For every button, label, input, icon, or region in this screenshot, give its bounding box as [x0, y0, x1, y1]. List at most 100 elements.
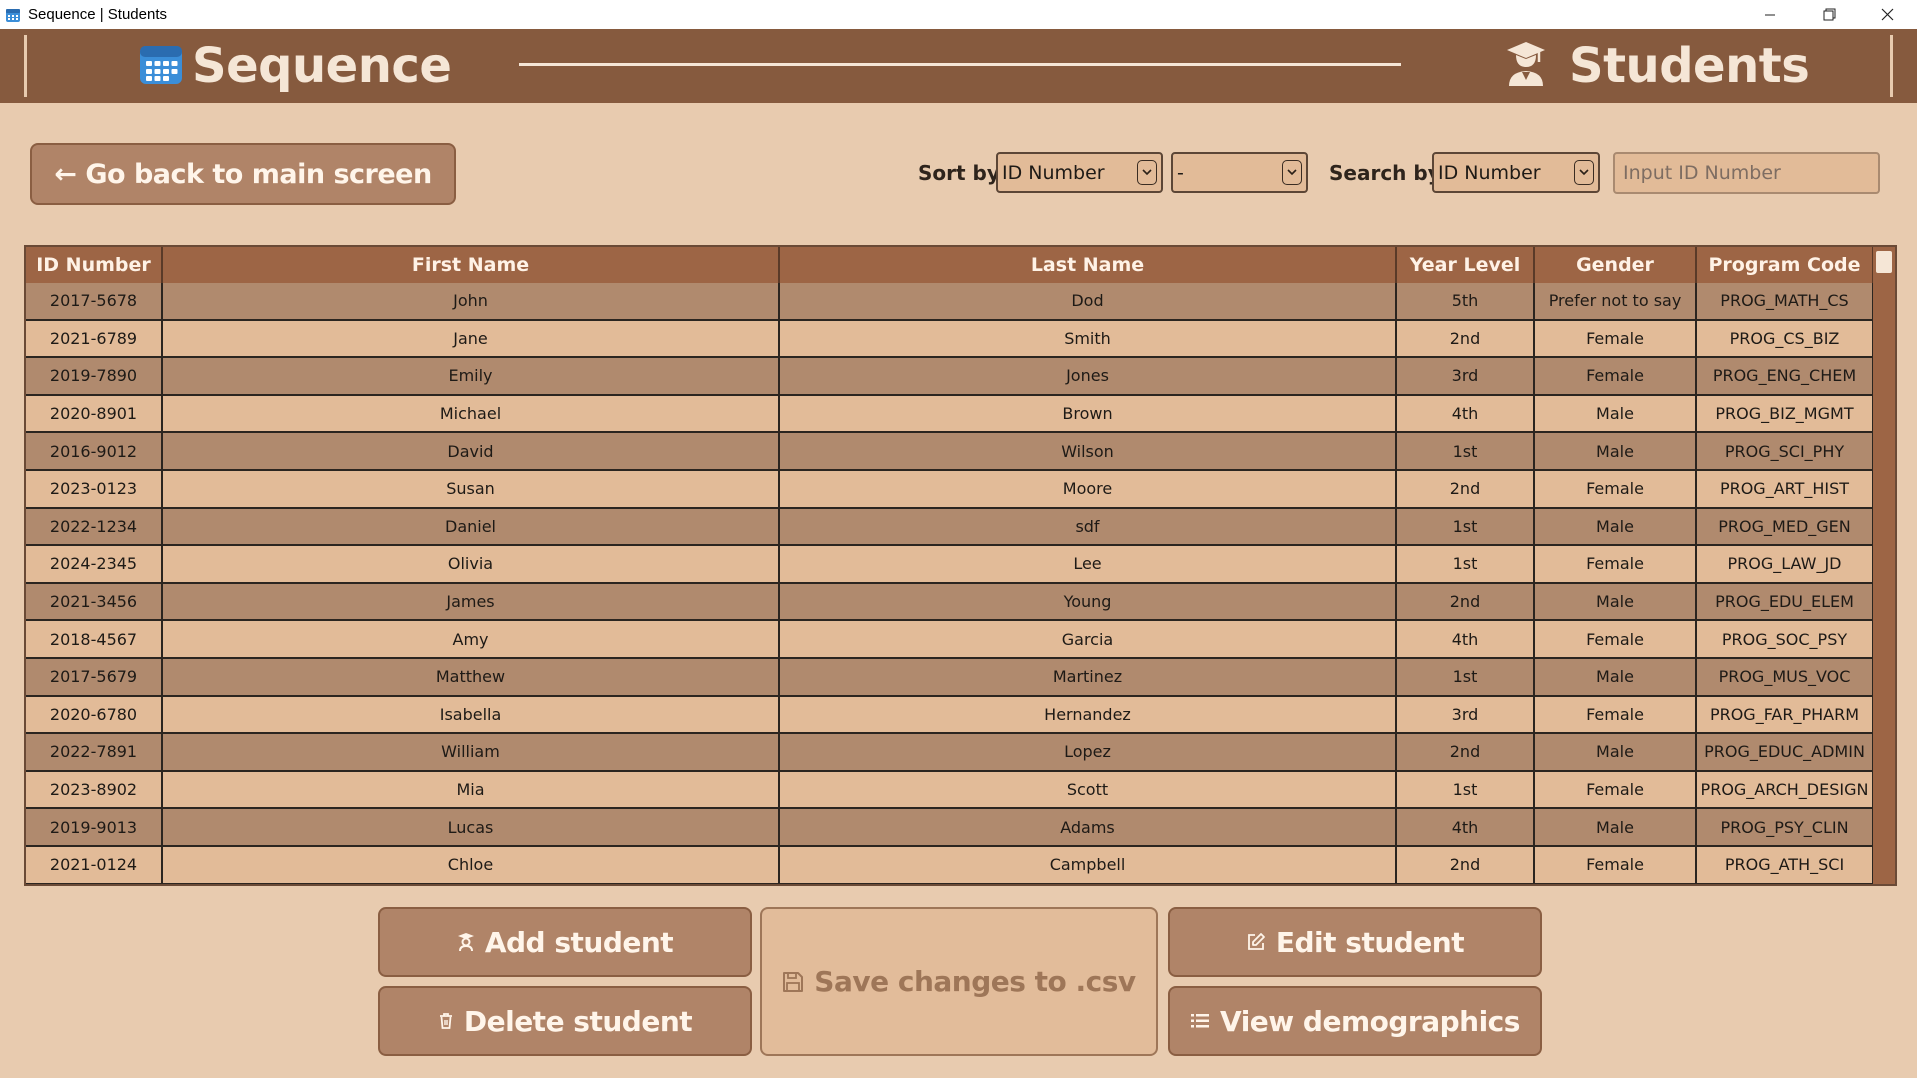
cell-id-number: 2016-9012	[26, 433, 163, 469]
edit-student-button[interactable]: Edit student	[1168, 907, 1542, 977]
cell-gender: Male	[1535, 395, 1697, 432]
table-row[interactable]: 2023-8902 Mia Scott 1st Female PROG_ARCH_DESI…	[26, 771, 1874, 810]
search-field-select[interactable]: ID Number	[1432, 152, 1600, 193]
save-changes-label: Save changes to .csv	[814, 965, 1136, 998]
view-demographics-button[interactable]: View demographics	[1168, 986, 1542, 1056]
cell-year-level: 2nd	[1397, 320, 1535, 357]
cell-last-name: Garcia	[780, 621, 1397, 657]
cell-program-code: PROG_ENG_CHEM	[1697, 358, 1874, 394]
close-button[interactable]	[1858, 0, 1916, 29]
table-row[interactable]: 2016-9012 David Wilson 1st Male PROG_SCI_PHY	[26, 433, 1874, 471]
restore-icon	[1823, 8, 1835, 21]
column-header-id-number[interactable]: ID Number	[26, 247, 163, 283]
cell-program-code: PROG_BIZ_MGMT	[1697, 395, 1874, 432]
edit-student-label: Edit student	[1275, 925, 1465, 959]
sort-order-select[interactable]: -	[1171, 152, 1308, 193]
cell-first-name: Michael	[163, 395, 780, 432]
cell-first-name: Jane	[163, 320, 780, 357]
app-brand-title: Sequence	[192, 38, 452, 94]
table-row[interactable]: 2017-5678 John Dod 5th Prefer not to say PROG…	[26, 283, 1874, 321]
cell-program-code: PROG_EDUC_ADMIN	[1697, 734, 1874, 770]
column-header-program-code[interactable]: Program Code	[1697, 247, 1874, 283]
header-divider-left	[24, 35, 27, 97]
list-icon	[1190, 1012, 1210, 1030]
cell-last-name: Dod	[780, 283, 1397, 319]
sort-label: Sort by	[918, 161, 1000, 185]
calendar-icon	[4, 6, 22, 24]
column-header-gender[interactable]: Gender	[1535, 247, 1697, 283]
table-row[interactable]: 2020-6780 Isabella Hernandez 3rd Female PROG_…	[26, 696, 1874, 735]
save-changes-button[interactable]: Save changes to .csv	[760, 907, 1158, 1056]
cell-program-code: PROG_CS_BIZ	[1697, 320, 1874, 357]
cell-last-name: Martinez	[780, 658, 1397, 695]
table-row[interactable]: 2022-1234 Daniel sdf 1st Male PROG_MED_GEN	[26, 508, 1874, 547]
cell-year-level: 3rd	[1397, 358, 1535, 394]
cell-program-code: PROG_ART_HIST	[1697, 470, 1874, 507]
sort-field-select[interactable]: ID Number	[996, 152, 1163, 193]
table-row[interactable]: 2019-7890 Emily Jones 3rd Female PROG_ENG_CHE…	[26, 358, 1874, 396]
restore-button[interactable]	[1800, 0, 1858, 29]
table-scrollbar[interactable]	[1873, 247, 1895, 884]
cell-first-name: Matthew	[163, 658, 780, 695]
cell-gender: Male	[1535, 583, 1697, 620]
cell-id-number: 2021-6789	[26, 320, 163, 357]
cell-last-name: Smith	[780, 320, 1397, 357]
trash-icon	[438, 1012, 454, 1030]
table-row[interactable]: 2024-2345 Olivia Lee 1st Female PROG_LAW_JD	[26, 546, 1874, 584]
table-row[interactable]: 2021-0124 Chloe Campbell 2nd Female PROG_ATH_…	[26, 846, 1874, 884]
chevron-down-icon[interactable]	[1574, 160, 1594, 185]
cell-gender: Male	[1535, 508, 1697, 545]
add-student-button[interactable]: Add student	[378, 907, 752, 977]
header-rule	[519, 63, 1401, 66]
cell-id-number: 2019-7890	[26, 358, 163, 394]
cell-id-number: 2022-7891	[26, 734, 163, 770]
cell-id-number: 2020-6780	[26, 696, 163, 733]
search-input[interactable]	[1613, 152, 1880, 194]
table-header: ID Number First Name Last Name Year Level Ge…	[26, 247, 1874, 283]
cell-year-level: 4th	[1397, 395, 1535, 432]
cell-first-name: Chloe	[163, 846, 780, 883]
cell-program-code: PROG_SOC_PSY	[1697, 621, 1874, 657]
minimize-button[interactable]	[1741, 0, 1799, 29]
column-header-last-name[interactable]: Last Name	[780, 247, 1397, 283]
table-row[interactable]: 2018-4567 Amy Garcia 4th Female PROG_SOC_PSY	[26, 621, 1874, 659]
table-row[interactable]: 2022-7891 William Lopez 2nd Male PROG_EDUC_AD…	[26, 734, 1874, 772]
save-icon	[782, 971, 804, 993]
cell-first-name: Olivia	[163, 546, 780, 582]
cell-gender: Female	[1535, 696, 1697, 733]
chevron-down-icon[interactable]	[1137, 160, 1157, 185]
cell-gender: Female	[1535, 320, 1697, 357]
cell-gender: Prefer not to say	[1535, 283, 1697, 319]
cell-year-level: 4th	[1397, 809, 1535, 845]
cell-last-name: Jones	[780, 358, 1397, 394]
cell-id-number: 2018-4567	[26, 621, 163, 657]
back-to-main-button[interactable]: ← Go back to main screen	[30, 143, 456, 205]
scrollbar-thumb[interactable]	[1876, 251, 1892, 273]
cell-year-level: 1st	[1397, 546, 1535, 582]
delete-student-button[interactable]: Delete student	[378, 986, 752, 1056]
cell-program-code: PROG_EDU_ELEM	[1697, 583, 1874, 620]
cell-gender: Male	[1535, 658, 1697, 695]
cell-id-number: 2020-8901	[26, 395, 163, 432]
cell-last-name: Young	[780, 583, 1397, 620]
brand: Sequence	[138, 29, 452, 103]
cell-first-name: Daniel	[163, 508, 780, 545]
cell-year-level: 2nd	[1397, 734, 1535, 770]
cell-gender: Male	[1535, 433, 1697, 469]
table-row[interactable]: 2021-6789 Jane Smith 2nd Female PROG_CS_BIZ	[26, 320, 1874, 359]
column-header-first-name[interactable]: First Name	[163, 247, 780, 283]
column-header-year-level[interactable]: Year Level	[1397, 247, 1535, 283]
calendar-icon	[138, 42, 184, 90]
chevron-down-icon[interactable]	[1282, 160, 1302, 185]
cell-year-level: 1st	[1397, 433, 1535, 469]
cell-year-level: 1st	[1397, 508, 1535, 545]
table-row[interactable]: 2021-3456 James Young 2nd Male PROG_EDU_ELEM	[26, 583, 1874, 622]
table-row[interactable]: 2023-0123 Susan Moore 2nd Female PROG_ART_HIS…	[26, 470, 1874, 509]
table-row[interactable]: 2019-9013 Lucas Adams 4th Male PROG_PSY_CLIN	[26, 809, 1874, 847]
cell-year-level: 2nd	[1397, 470, 1535, 507]
close-icon	[1881, 8, 1893, 21]
cell-last-name: Brown	[780, 395, 1397, 432]
table-row[interactable]: 2017-5679 Matthew Martinez 1st Male PROG_MUS_…	[26, 658, 1874, 697]
table-row[interactable]: 2020-8901 Michael Brown 4th Male PROG_BIZ_MGM…	[26, 395, 1874, 434]
table-body: 2017-5678 John Dod 5th Prefer not to say PROG…	[26, 283, 1874, 884]
